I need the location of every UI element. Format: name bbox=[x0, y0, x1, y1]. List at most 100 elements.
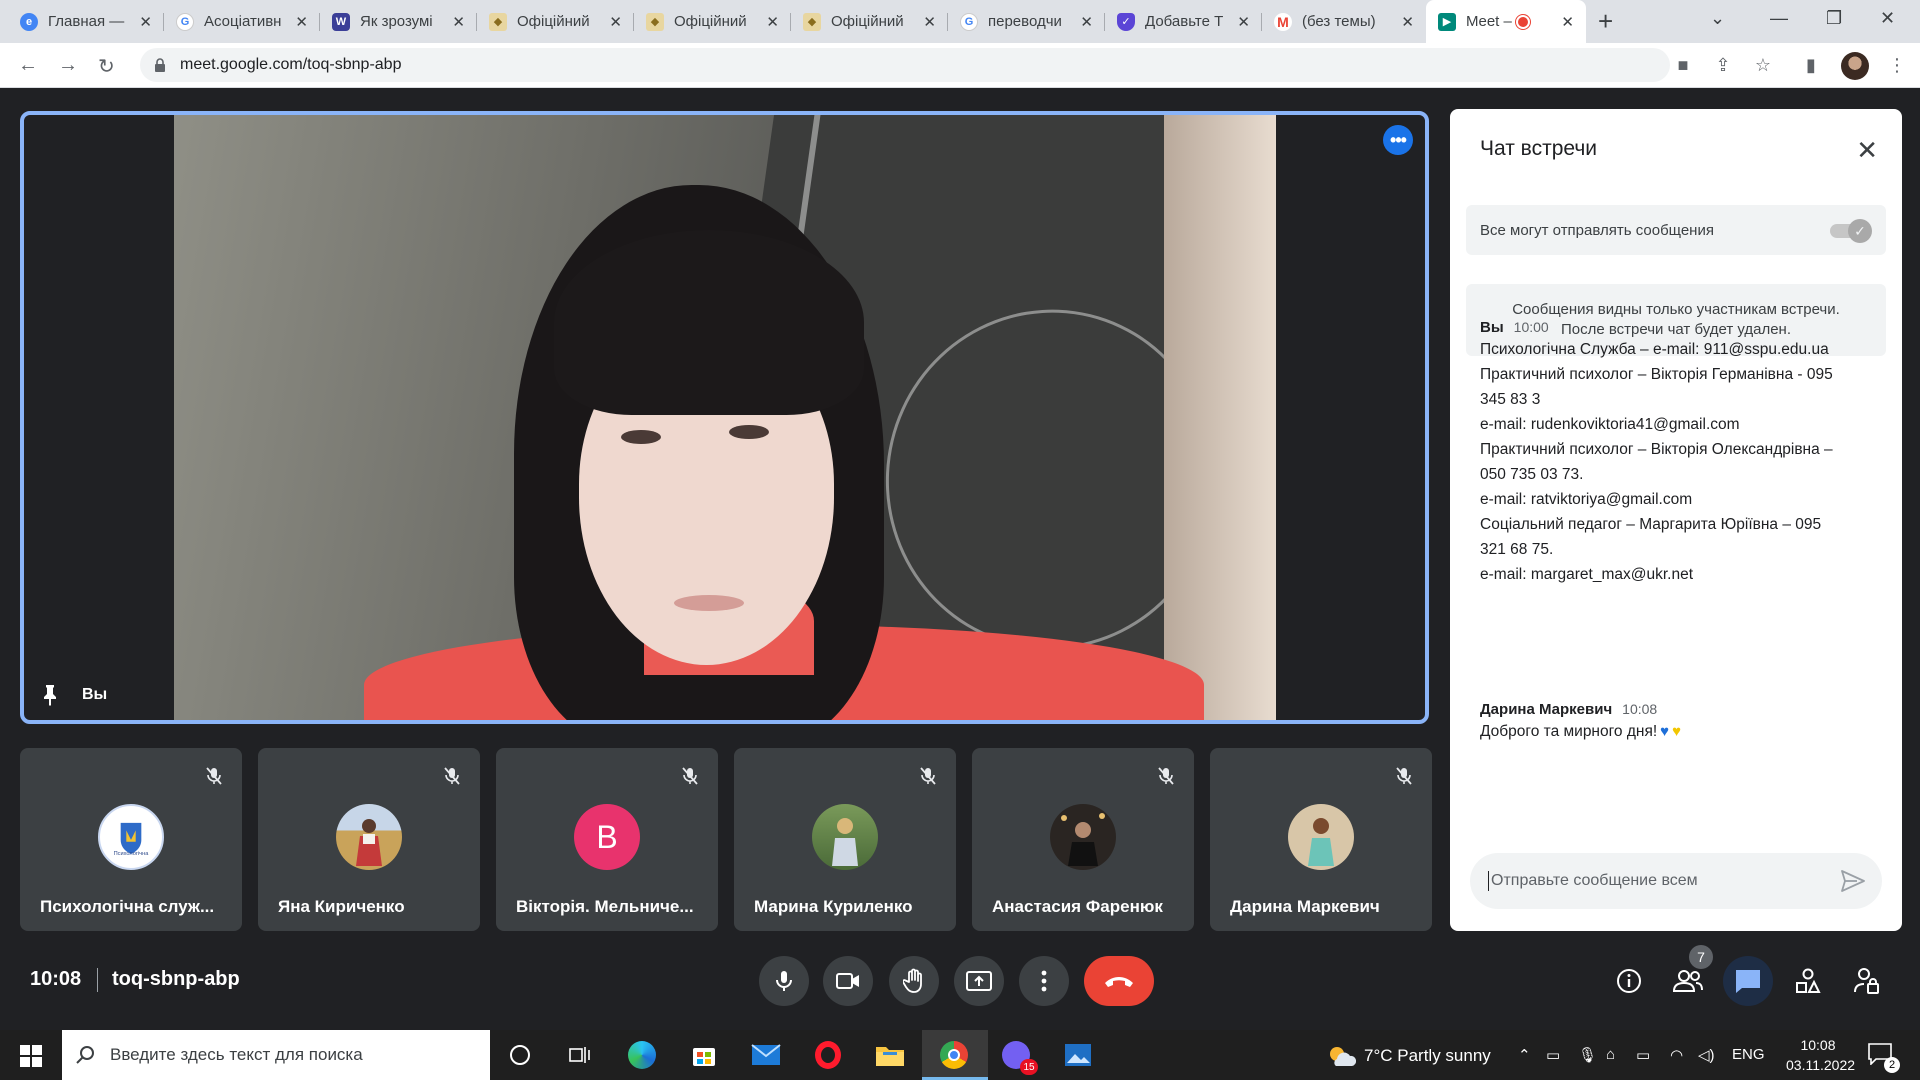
people-button[interactable] bbox=[1673, 966, 1703, 996]
tab-close-icon[interactable]: ✕ bbox=[452, 13, 465, 31]
lock-person-icon bbox=[1854, 968, 1879, 994]
end-call-button[interactable] bbox=[1084, 956, 1154, 1006]
location-icon[interactable]: ⌂ bbox=[1606, 1046, 1615, 1063]
back-icon[interactable]: ← bbox=[18, 54, 38, 77]
file-explorer-icon[interactable] bbox=[872, 1038, 908, 1072]
tab-close-icon[interactable]: ✕ bbox=[295, 13, 308, 31]
browser-tab[interactable]: ◆ Офіційний ✕ bbox=[634, 0, 791, 43]
tab-close-icon[interactable]: ✕ bbox=[139, 13, 152, 31]
browser-tab[interactable]: ✓ Добавьте Т ✕ bbox=[1105, 0, 1262, 43]
more-options-button[interactable] bbox=[1019, 956, 1069, 1006]
host-controls-button[interactable] bbox=[1852, 966, 1882, 996]
message-line: Практичний психолог – Вікторія Олександр… bbox=[1480, 441, 1833, 458]
info-icon bbox=[1617, 969, 1641, 993]
notifications-button[interactable]: 2 bbox=[1868, 1043, 1900, 1073]
mail-icon[interactable] bbox=[748, 1038, 784, 1072]
tab-strip: e Главная — ✕ G Асоціативн ✕ W Як зрозум… bbox=[0, 0, 1920, 43]
mic-off-icon bbox=[444, 767, 460, 785]
taskbar-search-input[interactable]: Введите здесь текст для поиска bbox=[62, 1030, 490, 1080]
tab-close-icon[interactable]: ✕ bbox=[1561, 13, 1574, 31]
star-icon[interactable]: ☆ bbox=[1752, 55, 1774, 77]
send-icon[interactable] bbox=[1840, 869, 1866, 893]
url-field[interactable]: meet.google.com/toq-sbnp-abp bbox=[140, 48, 1670, 82]
message-line: 321 68 75. bbox=[1480, 541, 1554, 558]
address-bar: ← → ↻ meet.google.com/toq-sbnp-abp ■ ⇪ ☆… bbox=[0, 43, 1920, 88]
mic-off-icon bbox=[920, 767, 936, 785]
forward-icon[interactable]: → bbox=[58, 54, 78, 77]
tab-close-icon[interactable]: ✕ bbox=[1237, 13, 1250, 31]
participant-tile[interactable]: Яна Кириченко bbox=[258, 748, 480, 931]
menu-icon[interactable]: ⋮ bbox=[1886, 55, 1908, 77]
new-tab-icon[interactable]: + bbox=[1598, 6, 1613, 37]
camera-icon[interactable]: ■ bbox=[1672, 55, 1694, 77]
url-text: meet.google.com/toq-sbnp-abp bbox=[180, 56, 402, 73]
side-panel-icon[interactable]: ▮ bbox=[1800, 55, 1822, 77]
task-view-icon[interactable] bbox=[562, 1038, 598, 1072]
battery-icon[interactable]: ▭ bbox=[1636, 1046, 1650, 1064]
volume-icon[interactable]: ◁) bbox=[1698, 1046, 1715, 1064]
raise-hand-button[interactable] bbox=[889, 956, 939, 1006]
share-icon[interactable]: ⇪ bbox=[1712, 55, 1734, 77]
edge-icon[interactable] bbox=[624, 1038, 660, 1072]
show-hidden-icons[interactable]: ⌃ bbox=[1518, 1046, 1531, 1064]
tab-close-icon[interactable]: ✕ bbox=[766, 13, 779, 31]
device-icon[interactable]: ▭ bbox=[1546, 1046, 1560, 1064]
minimize-icon[interactable]: — bbox=[1770, 8, 1788, 29]
chevron-down-icon[interactable]: ⌄ bbox=[1710, 8, 1725, 29]
participant-tile[interactable]: B Вікторія. Мельниче... bbox=[496, 748, 718, 931]
weather-widget[interactable]: 7°C Partly sunny bbox=[1326, 1044, 1491, 1068]
system-clock[interactable]: 10:08 03.11.2022 bbox=[1786, 1035, 1855, 1075]
browser-tab[interactable]: ◆ Офіційний ✕ bbox=[477, 0, 634, 43]
wifi-icon[interactable]: ◠ bbox=[1670, 1046, 1683, 1064]
main-video-tile[interactable]: ••• Вы bbox=[20, 111, 1429, 724]
store-icon[interactable] bbox=[686, 1038, 722, 1072]
tab-close-icon[interactable]: ✕ bbox=[1080, 13, 1093, 31]
browser-tab[interactable]: G переводчи ✕ bbox=[948, 0, 1105, 43]
browser-tab[interactable]: M (без темы) ✕ bbox=[1262, 0, 1426, 43]
browser-tab[interactable]: ◆ Офіційний ✕ bbox=[791, 0, 948, 43]
tab-title: Meet – bbox=[1466, 13, 1512, 30]
more-options-icon[interactable]: ••• bbox=[1383, 125, 1413, 155]
tab-close-icon[interactable]: ✕ bbox=[1401, 13, 1414, 31]
input-language[interactable]: ENG bbox=[1732, 1046, 1765, 1063]
activities-button[interactable] bbox=[1793, 966, 1823, 996]
browser-tab-active[interactable]: ▶ Meet – ✕ bbox=[1426, 0, 1586, 43]
browser-tab[interactable]: G Асоціативн ✕ bbox=[164, 0, 320, 43]
reload-icon[interactable]: ↻ bbox=[98, 54, 115, 79]
participant-tile[interactable]: Анастасия Фаренюк bbox=[972, 748, 1194, 931]
participant-tile[interactable]: Дарина Маркевич bbox=[1210, 748, 1432, 931]
message-sender: Вы bbox=[1480, 319, 1504, 336]
opera-icon[interactable] bbox=[810, 1038, 846, 1072]
google-icon: G bbox=[176, 12, 194, 31]
pin-icon[interactable] bbox=[40, 684, 60, 706]
crest-icon: ◆ bbox=[489, 12, 507, 31]
windows-start-icon[interactable] bbox=[20, 1045, 42, 1067]
viber-icon[interactable]: 15 bbox=[998, 1038, 1038, 1075]
check-icon: ✓ bbox=[1848, 219, 1872, 243]
participant-tile[interactable]: Марина Куриленко bbox=[734, 748, 956, 931]
chrome-icon[interactable] bbox=[936, 1038, 972, 1072]
activities-icon bbox=[1796, 968, 1821, 993]
message-line: 345 83 3 bbox=[1480, 391, 1541, 408]
participant-tile[interactable]: Психологічна Психологічна служ... bbox=[20, 748, 242, 931]
mic-tray-icon[interactable]: 🎙 bbox=[1578, 1046, 1597, 1064]
present-button[interactable] bbox=[954, 956, 1004, 1006]
chat-button-icon-wrap[interactable] bbox=[1733, 966, 1763, 996]
profile-avatar[interactable] bbox=[1841, 52, 1869, 80]
meeting-info-button[interactable] bbox=[1614, 966, 1644, 996]
message-input[interactable]: Отправьте сообщение всем bbox=[1470, 853, 1882, 909]
notification-count: 2 bbox=[1884, 1057, 1900, 1073]
photos-icon[interactable] bbox=[1060, 1038, 1096, 1072]
tab-title: Главная — bbox=[48, 13, 125, 30]
tab-close-icon[interactable]: ✕ bbox=[923, 13, 936, 31]
microphone-button[interactable] bbox=[759, 956, 809, 1006]
permission-toggle[interactable]: ✓ bbox=[1828, 219, 1872, 243]
browser-tab[interactable]: e Главная — ✕ bbox=[8, 0, 164, 43]
close-icon[interactable]: ✕ bbox=[1856, 135, 1878, 166]
camera-button[interactable] bbox=[823, 956, 873, 1006]
browser-tab[interactable]: W Як зрозумі ✕ bbox=[320, 0, 477, 43]
cortana-icon[interactable] bbox=[502, 1038, 538, 1072]
close-window-icon[interactable]: ✕ bbox=[1880, 8, 1895, 29]
restore-icon[interactable]: ❐ bbox=[1826, 8, 1842, 29]
tab-close-icon[interactable]: ✕ bbox=[609, 13, 622, 31]
